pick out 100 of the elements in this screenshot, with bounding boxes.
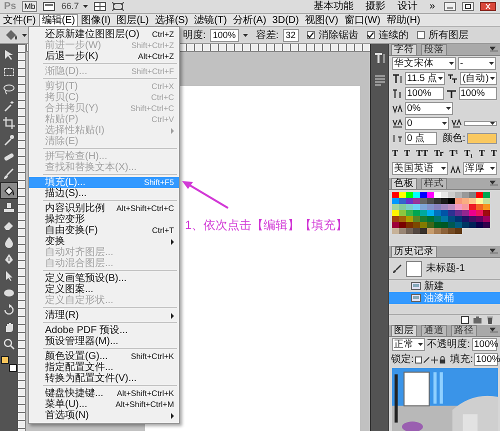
color-swatch[interactable] xyxy=(469,222,476,228)
brush-icon[interactable] xyxy=(392,264,402,274)
color-swatch[interactable] xyxy=(399,192,406,198)
color-swatch[interactable] xyxy=(427,228,434,234)
color-swatch[interactable] xyxy=(469,210,476,216)
paragraph-panel-icon[interactable] xyxy=(374,74,386,86)
color-swatch[interactable] xyxy=(483,192,490,198)
color-swatch[interactable] xyxy=(427,192,434,198)
blend-mode-dropdown[interactable]: 正常 xyxy=(392,338,426,351)
character-panel-icon[interactable] xyxy=(374,52,386,64)
color-swatch[interactable] xyxy=(434,198,441,204)
new-document-icon[interactable] xyxy=(461,316,469,324)
color-swatch[interactable] xyxy=(427,210,434,216)
trash-icon[interactable] xyxy=(486,316,494,324)
menu-item[interactable]: 选择(S) xyxy=(152,14,192,26)
color-swatch[interactable] xyxy=(455,204,462,210)
panel-tab[interactable]: 通道 xyxy=(421,325,447,336)
color-swatch[interactable] xyxy=(420,192,427,198)
checkbox[interactable] xyxy=(366,31,375,39)
menu-item[interactable]: 操控变形 xyxy=(29,214,179,225)
kerning-dropdown[interactable]: 0 xyxy=(405,117,449,130)
color-swatch[interactable] xyxy=(434,192,441,198)
tsume-dropdown[interactable]: 0% xyxy=(405,102,453,115)
type-style-button[interactable]: Tr xyxy=(432,148,446,158)
color-swatch[interactable] xyxy=(413,204,420,210)
color-swatch[interactable] xyxy=(441,222,448,228)
color-swatch[interactable] xyxy=(427,198,434,204)
menu-item[interactable]: 定义图案... xyxy=(29,284,179,295)
camera-icon[interactable] xyxy=(473,316,482,324)
menu-item[interactable]: 键盘快捷键... Alt+Shift+Ctrl+K xyxy=(29,388,179,399)
vertical-scale-field[interactable]: 100% xyxy=(405,87,444,100)
baseline-shift-field[interactable]: 0 点 xyxy=(405,132,437,145)
color-swatch[interactable] xyxy=(455,228,462,234)
type-style-button[interactable]: TT xyxy=(414,148,430,158)
type-style-button[interactable]: T xyxy=(390,148,400,158)
panel-menu-icon[interactable] xyxy=(490,180,498,187)
more-button[interactable]: » xyxy=(426,0,438,12)
color-swatch[interactable] xyxy=(469,198,476,204)
color-swatch[interactable] xyxy=(455,210,462,216)
panel-menu-icon[interactable] xyxy=(490,46,498,53)
menu-item[interactable]: 后退一步(K) Alt+Ctrl+Z xyxy=(29,51,179,62)
history-state[interactable]: 新建 xyxy=(389,280,500,292)
color-swatch[interactable] xyxy=(434,222,441,228)
foreground-color-chip[interactable] xyxy=(1,356,9,364)
color-swatch[interactable] xyxy=(427,216,434,222)
color-swatch[interactable] xyxy=(406,198,413,204)
color-swatch[interactable] xyxy=(476,216,483,222)
color-swatch[interactable] xyxy=(483,204,490,210)
bucket-tool-button[interactable] xyxy=(0,182,18,199)
menu-item[interactable]: 窗口(W) xyxy=(341,14,384,26)
bridge-button[interactable]: Mb xyxy=(22,1,38,12)
color-swatch[interactable] xyxy=(392,210,399,216)
color-swatch[interactable] xyxy=(392,204,399,210)
horizontal-scale-field[interactable]: 100% xyxy=(458,87,497,100)
panel-tab[interactable]: 字符 xyxy=(391,44,417,55)
color-swatch[interactable] xyxy=(420,204,427,210)
color-swatch[interactable] xyxy=(399,222,406,228)
color-swatch[interactable] xyxy=(462,210,469,216)
text-color-swatch[interactable] xyxy=(467,133,497,144)
fill-field[interactable]: 100% xyxy=(474,353,498,366)
type-style-button[interactable]: T xyxy=(488,148,499,158)
menu-item[interactable]: 视图(V) xyxy=(302,14,342,26)
checkbox[interactable] xyxy=(306,31,315,39)
menu-item[interactable]: 图层(L) xyxy=(114,14,152,26)
zoom-dropdown[interactable]: 66.7 xyxy=(61,2,88,12)
menu-item[interactable]: 还原新建位图图层(O) Ctrl+Z xyxy=(29,29,179,40)
color-swatch[interactable] xyxy=(420,198,427,204)
color-swatch[interactable] xyxy=(476,222,483,228)
color-swatch[interactable] xyxy=(413,228,420,234)
color-swatch[interactable] xyxy=(469,192,476,198)
color-swatch[interactable] xyxy=(448,210,455,216)
frame-icon[interactable] xyxy=(43,2,56,11)
color-swatch[interactable] xyxy=(448,216,455,222)
color-swatch[interactable] xyxy=(392,228,399,234)
menu-item[interactable]: 描边(S)... xyxy=(29,188,179,199)
color-swatch[interactable] xyxy=(413,198,420,204)
panel-menu-icon[interactable] xyxy=(490,248,498,255)
color-swatch[interactable] xyxy=(392,222,399,228)
color-swatch[interactable] xyxy=(420,210,427,216)
color-swatch[interactable] xyxy=(448,192,455,198)
menu-item[interactable]: 定义画笔预设(B)... xyxy=(29,273,179,284)
background-color-chip[interactable] xyxy=(9,364,17,372)
panel-tab[interactable]: 色板 xyxy=(391,178,417,189)
color-swatch[interactable] xyxy=(434,204,441,210)
color-swatch[interactable] xyxy=(392,216,399,222)
type-style-button[interactable]: T xyxy=(476,148,487,158)
color-swatch[interactable] xyxy=(441,228,448,234)
workspace-button[interactable]: 摄影 xyxy=(362,0,388,12)
color-swatch[interactable] xyxy=(420,222,427,228)
font-style-dropdown[interactable]: - xyxy=(458,57,496,70)
color-swatch[interactable] xyxy=(469,216,476,222)
arrange-icon[interactable] xyxy=(94,2,106,11)
leading-dropdown[interactable]: (自动) xyxy=(460,72,497,85)
menu-item[interactable]: 变换 xyxy=(29,236,179,247)
color-swatch[interactable] xyxy=(448,204,455,210)
color-swatch[interactable] xyxy=(427,222,434,228)
color-swatch[interactable] xyxy=(406,210,413,216)
type-style-button[interactable]: T¹ xyxy=(447,148,460,158)
color-swatch[interactable] xyxy=(448,228,455,234)
color-swatch[interactable] xyxy=(434,228,441,234)
